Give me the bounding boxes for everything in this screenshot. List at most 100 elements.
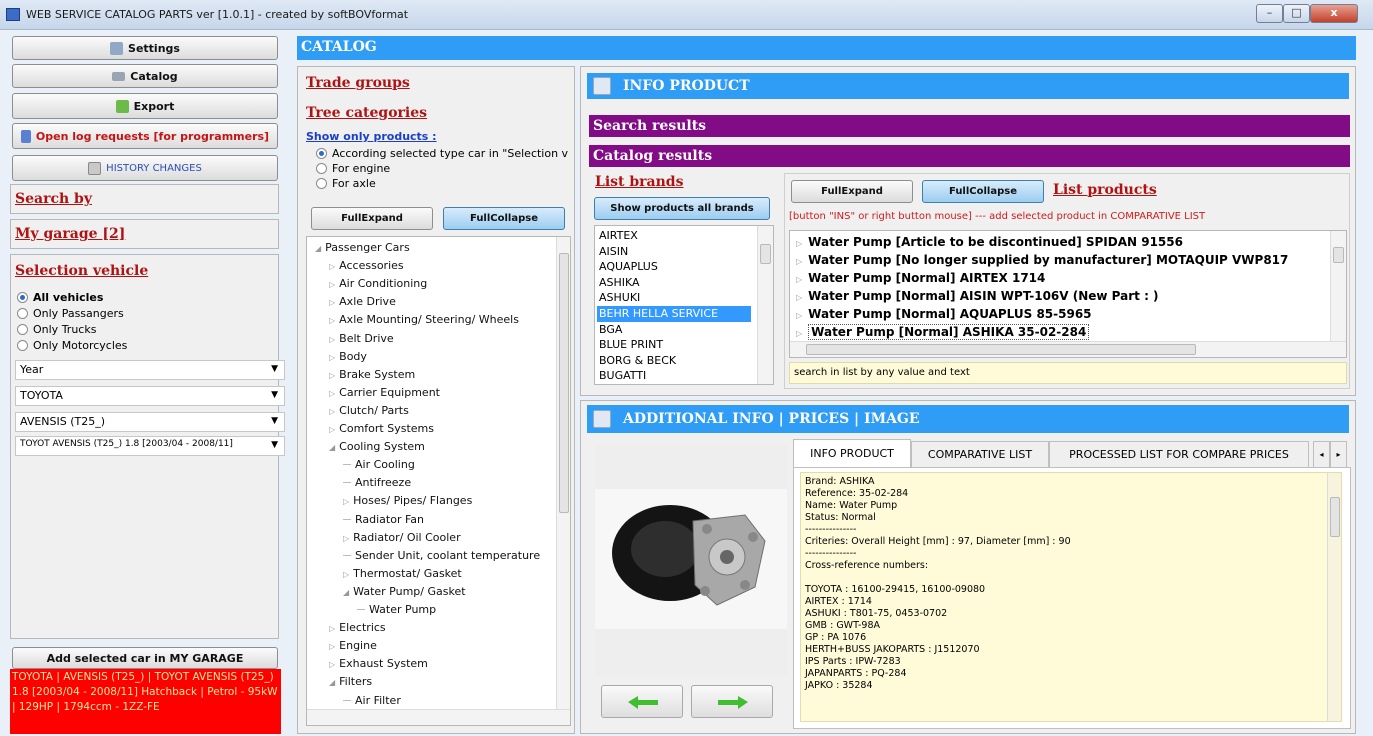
products-horizontal-scrollbar[interactable] bbox=[790, 341, 1346, 357]
products-full-collapse-button[interactable]: FullCollapse bbox=[922, 180, 1044, 203]
tree-line-icon[interactable] bbox=[343, 694, 351, 701]
tab-info-product[interactable]: INFO PRODUCT bbox=[793, 439, 911, 467]
collapsed-arrow-icon[interactable]: ▷ bbox=[329, 425, 335, 434]
product-item[interactable]: ▷ Water Pump [Normal] ASHIKA 35-02-284 bbox=[790, 323, 1090, 341]
tree-item[interactable]: ▷ Belt Drive bbox=[329, 332, 394, 345]
my-garage-link[interactable]: My garage [2] bbox=[15, 226, 125, 242]
selection-vehicle-link[interactable]: Selection vehicle bbox=[15, 263, 148, 279]
tree-item[interactable]: ▷ Carrier Equipment bbox=[329, 386, 440, 399]
product-item[interactable]: ▷ Water Pump [Normal] AIRTEX 1714 bbox=[790, 269, 1045, 287]
search-results-header[interactable]: Search results bbox=[589, 115, 1350, 137]
expanded-arrow-icon[interactable]: ◢ bbox=[343, 588, 349, 597]
tree-item[interactable]: Water Pump bbox=[357, 603, 436, 616]
tree-item[interactable]: ▷ Thermostat/ Gasket bbox=[343, 567, 462, 580]
product-item[interactable]: ▷ Water Pump [Normal] AISIN WPT-106V (New… bbox=[790, 287, 1159, 305]
tree-item[interactable]: ▷ Exhaust System bbox=[329, 657, 428, 670]
close-button[interactable]: x bbox=[1310, 4, 1358, 23]
brand-item[interactable]: AISIN bbox=[597, 244, 628, 260]
tree-categories-link[interactable]: Tree categories bbox=[306, 105, 427, 121]
tree-item[interactable]: Air Filter bbox=[343, 694, 401, 707]
minimize-button[interactable]: – bbox=[1256, 4, 1283, 23]
collapsed-arrow-icon[interactable]: ▷ bbox=[329, 407, 335, 416]
tree-line-icon[interactable] bbox=[343, 458, 351, 466]
collapsed-arrow-icon[interactable]: ▷ bbox=[796, 239, 802, 248]
history-changes-button[interactable]: HISTORY CHANGES bbox=[12, 155, 278, 181]
tree-item[interactable]: ▷ Axle Drive bbox=[329, 295, 396, 308]
tree-full-collapse-button[interactable]: FullCollapse bbox=[443, 207, 565, 230]
tree-full-expand-button[interactable]: FullExpand bbox=[311, 207, 433, 230]
tree-item[interactable]: ▷ Electrics bbox=[329, 621, 386, 634]
brand-item[interactable]: BORG & BECK bbox=[597, 353, 676, 369]
tree-item[interactable]: Sender Unit, coolant temperature bbox=[343, 549, 540, 562]
radio-only-passangers[interactable]: Only Passangers bbox=[17, 307, 124, 320]
list-products-link[interactable]: List products bbox=[1053, 182, 1157, 198]
product-item[interactable]: ▷ Water Pump [Normal] AQUAPLUS 85-5965 bbox=[790, 305, 1092, 323]
products-vertical-scrollbar[interactable] bbox=[1330, 231, 1346, 343]
products-list[interactable]: ▷ Water Pump [Article to be discontinued]… bbox=[789, 230, 1347, 358]
tree-item[interactable]: ▷ Brake System bbox=[329, 368, 415, 381]
year-select[interactable]: Year ▼ bbox=[15, 360, 285, 380]
log-requests-button[interactable]: Open log requests [for programmers] bbox=[12, 123, 278, 149]
list-brands-link[interactable]: List brands bbox=[595, 174, 683, 190]
collapsed-arrow-icon[interactable]: ▷ bbox=[329, 371, 335, 380]
tab-scroll-right-button[interactable]: ▸ bbox=[1330, 441, 1347, 467]
previous-image-button[interactable] bbox=[601, 685, 683, 718]
scroll-thumb[interactable] bbox=[760, 244, 771, 264]
brand-item[interactable]: BGA bbox=[597, 322, 622, 338]
engine-select[interactable]: TOYOT AVENSIS (T25_) 1.8 [2003/04 - 2008… bbox=[15, 436, 285, 456]
brands-scrollbar[interactable] bbox=[757, 226, 773, 384]
tree-item[interactable]: Air Cooling bbox=[343, 458, 415, 471]
show-all-brands-button[interactable]: Show products all brands bbox=[594, 197, 770, 220]
collapsed-arrow-icon[interactable]: ▷ bbox=[329, 316, 335, 325]
radio-for-engine[interactable]: For engine bbox=[316, 162, 390, 175]
export-button[interactable]: Export bbox=[12, 93, 278, 119]
collapsed-arrow-icon[interactable]: ▷ bbox=[329, 642, 335, 651]
tree-line-icon[interactable] bbox=[343, 513, 351, 520]
radio-selected-car[interactable]: According selected type car in "Selectio… bbox=[316, 147, 570, 160]
tree-vertical-scrollbar[interactable] bbox=[556, 237, 570, 709]
collapsed-arrow-icon[interactable]: ▷ bbox=[796, 311, 802, 320]
tree-item[interactable]: ◢ Passenger Cars bbox=[315, 241, 410, 254]
collapsed-arrow-icon[interactable]: ▷ bbox=[329, 389, 335, 398]
tree-item[interactable]: ◢ Water Pump/ Gasket bbox=[343, 585, 466, 598]
product-item[interactable]: ▷ Water Pump [No longer supplied by manuf… bbox=[790, 251, 1288, 269]
scroll-thumb[interactable] bbox=[1333, 247, 1344, 263]
tree-item[interactable]: ▷ Air Conditioning bbox=[329, 277, 427, 290]
product-item[interactable]: ▷ Water Pump [Article to be discontinued]… bbox=[790, 233, 1183, 251]
brand-item[interactable]: AQUAPLUS bbox=[597, 259, 658, 275]
tree-item[interactable]: ▷ Axle Mounting/ Steering/ Wheels bbox=[329, 313, 519, 326]
radio-for-axle[interactable]: For axle bbox=[316, 177, 376, 190]
category-tree[interactable]: ◢ Passenger Cars ▷ Accessories ▷ Air Conditio… bbox=[306, 236, 571, 726]
radio-all-vehicles[interactable]: All vehicles bbox=[17, 291, 103, 304]
tree-item[interactable]: ▷ Clutch/ Parts bbox=[329, 404, 409, 417]
tree-item[interactable]: ▷ Hoses/ Pipes/ Flanges bbox=[343, 494, 472, 507]
model-select[interactable]: AVENSIS (T25_) ▼ bbox=[15, 412, 285, 432]
brand-item[interactable]: BUGATTI bbox=[597, 368, 646, 384]
brand-item[interactable]: ASHUKI bbox=[597, 290, 640, 306]
tree-item[interactable]: ▷ Radiator/ Oil Cooler bbox=[343, 531, 461, 544]
collapsed-arrow-icon[interactable]: ▷ bbox=[329, 353, 335, 362]
collapsed-arrow-icon[interactable]: ▷ bbox=[343, 570, 349, 579]
expanded-arrow-icon[interactable]: ◢ bbox=[329, 678, 335, 687]
collapsed-arrow-icon[interactable]: ▷ bbox=[329, 335, 335, 344]
expanded-arrow-icon[interactable]: ◢ bbox=[315, 244, 321, 253]
search-by-link[interactable]: Search by bbox=[15, 191, 92, 207]
scroll-thumb[interactable] bbox=[806, 344, 1196, 355]
tab-processed-list[interactable]: PROCESSED LIST FOR COMPARE PRICES bbox=[1049, 441, 1309, 467]
tree-item[interactable]: ▷ Comfort Systems bbox=[329, 422, 434, 435]
trade-groups-link[interactable]: Trade groups bbox=[306, 75, 410, 91]
tab-scroll-left-button[interactable]: ◂ bbox=[1313, 441, 1330, 467]
tree-item[interactable]: ▷ Engine bbox=[329, 639, 377, 652]
collapsed-arrow-icon[interactable]: ▷ bbox=[329, 624, 335, 633]
products-search-input[interactable]: search in list by any value and text bbox=[789, 362, 1347, 384]
make-select[interactable]: TOYOTA ▼ bbox=[15, 386, 285, 406]
scroll-thumb[interactable] bbox=[1330, 497, 1340, 537]
brand-item[interactable]: BEHR HELLA SERVICE bbox=[597, 306, 751, 322]
maximize-button[interactable]: □ bbox=[1283, 4, 1310, 23]
catalog-results-header[interactable]: Catalog results bbox=[589, 145, 1350, 167]
collapsed-arrow-icon[interactable]: ▷ bbox=[796, 275, 802, 284]
radio-only-motorcycles[interactable]: Only Motorcycles bbox=[17, 339, 127, 352]
brand-item[interactable]: BLUE PRINT bbox=[597, 337, 663, 353]
tree-line-icon[interactable] bbox=[357, 603, 365, 610]
collapsed-arrow-icon[interactable]: ▷ bbox=[796, 329, 802, 338]
